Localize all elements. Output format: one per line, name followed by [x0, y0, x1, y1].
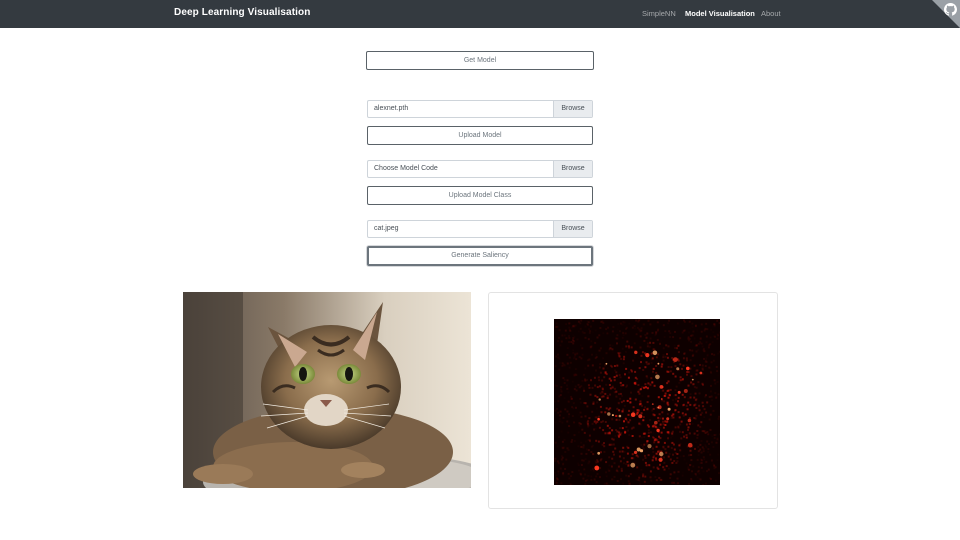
image-file-input[interactable]: cat.jpeg Browse	[367, 220, 593, 238]
saliency-heatmap	[554, 319, 722, 487]
saliency-map	[554, 319, 722, 487]
get-model-button[interactable]: Get Model	[366, 51, 594, 70]
model-code-placeholder: Choose Model Code	[374, 165, 438, 172]
nav-simplenn[interactable]: SimpleNN	[642, 9, 676, 18]
generate-saliency-button[interactable]: Generate Saliency	[367, 246, 593, 266]
model-file-name: alexnet.pth	[374, 105, 409, 112]
model-file-input[interactable]: alexnet.pth Browse	[367, 100, 593, 118]
saliency-card	[488, 292, 778, 509]
code-browse-button[interactable]: Browse	[553, 161, 592, 177]
brand-title[interactable]: Deep Learning Visualisation	[174, 7, 310, 18]
github-corner[interactable]	[928, 0, 960, 28]
nav-model-visualisation[interactable]: Model Visualisation	[685, 9, 755, 18]
image-browse-button[interactable]: Browse	[553, 221, 592, 237]
navbar: Deep Learning Visualisation SimpleNN Mod…	[0, 0, 960, 28]
cat-photo	[183, 292, 471, 488]
cat-photo-drawing	[183, 292, 471, 488]
image-file-name: cat.jpeg	[374, 225, 399, 232]
upload-model-button[interactable]: Upload Model	[367, 126, 593, 145]
nav-about[interactable]: About	[761, 9, 781, 18]
model-browse-button[interactable]: Browse	[553, 101, 592, 117]
upload-model-class-button[interactable]: Upload Model Class	[367, 186, 593, 205]
model-code-file-input[interactable]: Choose Model Code Browse	[367, 160, 593, 178]
github-icon	[944, 3, 957, 16]
